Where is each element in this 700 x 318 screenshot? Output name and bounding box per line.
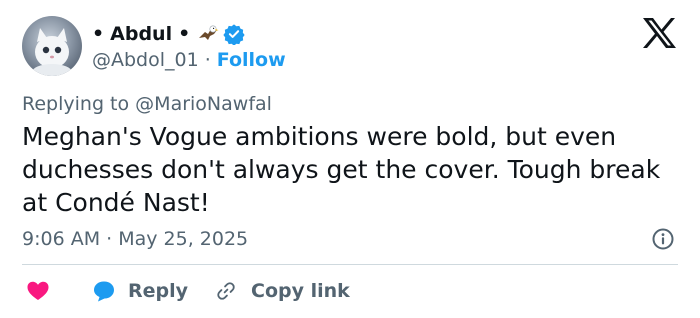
copy-link-button[interactable]: Copy link xyxy=(215,276,350,306)
display-name-row[interactable]: • Abdul • xyxy=(92,22,245,46)
name-prefix-dot: • xyxy=(92,23,105,45)
tweet-timestamp[interactable]: 9:06 AM · May 25, 2025 xyxy=(22,227,248,251)
reply-bubble-icon xyxy=(94,281,114,302)
avatar[interactable] xyxy=(22,16,82,76)
eagle-emoji-icon xyxy=(199,25,219,40)
copy-link-label: Copy link xyxy=(251,280,350,302)
reply-label: Reply xyxy=(128,280,189,302)
link-icon xyxy=(217,282,235,300)
action-bar: Reply Copy link xyxy=(22,276,678,306)
info-icon[interactable] xyxy=(651,227,675,251)
avatar-cat-image xyxy=(32,28,72,76)
follow-button[interactable]: Follow xyxy=(217,48,286,72)
replying-to-label: Replying to xyxy=(22,93,130,115)
verified-badge-icon xyxy=(223,24,245,45)
divider xyxy=(22,264,678,265)
reply-button[interactable]: Reply xyxy=(92,276,188,306)
x-logo-icon[interactable] xyxy=(641,17,677,49)
display-name[interactable]: Abdul xyxy=(110,22,172,46)
handle-row: @Abdol_01 · Follow xyxy=(92,48,286,72)
replying-to-handle[interactable]: @MarioNawfal xyxy=(135,93,272,115)
author-handle[interactable]: @Abdol_01 xyxy=(92,48,199,72)
heart-icon[interactable] xyxy=(26,279,50,303)
replying-to-line: Replying to @MarioNawfal xyxy=(22,92,272,116)
name-suffix-dot: • xyxy=(178,23,191,45)
tweet-text: Meghan's Vogue ambitions were bold, but … xyxy=(22,122,661,217)
handle-separator: · xyxy=(204,49,211,71)
